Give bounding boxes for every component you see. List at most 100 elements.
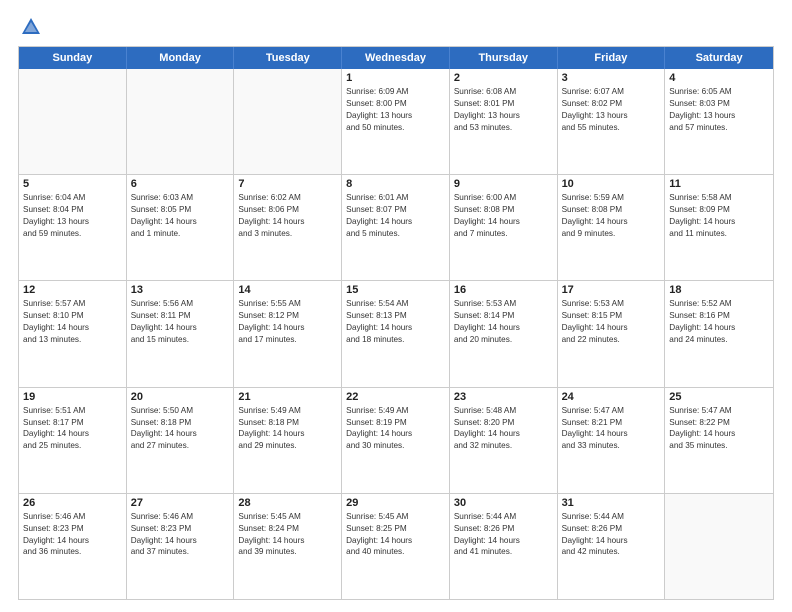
cell-line: Sunrise: 5:58 AM xyxy=(669,192,769,204)
cell-line: Sunrise: 5:47 AM xyxy=(669,405,769,417)
calendar-cell: 10Sunrise: 5:59 AMSunset: 8:08 PMDayligh… xyxy=(558,175,666,280)
cell-line: Daylight: 14 hours xyxy=(131,535,230,547)
calendar: SundayMondayTuesdayWednesdayThursdayFrid… xyxy=(18,46,774,600)
cell-line: Sunrise: 5:50 AM xyxy=(131,405,230,417)
cell-line: and 35 minutes. xyxy=(669,440,769,452)
day-number: 29 xyxy=(346,497,445,509)
cell-line: Daylight: 14 hours xyxy=(454,535,553,547)
calendar-cell: 8Sunrise: 6:01 AMSunset: 8:07 PMDaylight… xyxy=(342,175,450,280)
cell-line: and 50 minutes. xyxy=(346,122,445,134)
calendar-cell: 2Sunrise: 6:08 AMSunset: 8:01 PMDaylight… xyxy=(450,69,558,174)
cell-line: Daylight: 14 hours xyxy=(346,535,445,547)
cell-line: Sunrise: 6:08 AM xyxy=(454,86,553,98)
cell-line: Sunrise: 5:57 AM xyxy=(23,298,122,310)
cell-line: and 41 minutes. xyxy=(454,546,553,558)
cell-line: and 37 minutes. xyxy=(131,546,230,558)
cell-line: and 33 minutes. xyxy=(562,440,661,452)
cell-line: and 59 minutes. xyxy=(23,228,122,240)
day-number: 5 xyxy=(23,178,122,190)
calendar-week-1: 1Sunrise: 6:09 AMSunset: 8:00 PMDaylight… xyxy=(19,69,773,175)
day-number: 21 xyxy=(238,391,337,403)
calendar-cell: 9Sunrise: 6:00 AMSunset: 8:08 PMDaylight… xyxy=(450,175,558,280)
header xyxy=(18,16,774,38)
cell-line: Sunset: 8:02 PM xyxy=(562,98,661,110)
calendar-cell: 4Sunrise: 6:05 AMSunset: 8:03 PMDaylight… xyxy=(665,69,773,174)
calendar-week-4: 19Sunrise: 5:51 AMSunset: 8:17 PMDayligh… xyxy=(19,388,773,494)
calendar-cell: 5Sunrise: 6:04 AMSunset: 8:04 PMDaylight… xyxy=(19,175,127,280)
cell-line: Daylight: 14 hours xyxy=(562,216,661,228)
cell-line: Daylight: 14 hours xyxy=(346,428,445,440)
cell-line: Daylight: 14 hours xyxy=(238,428,337,440)
day-number: 26 xyxy=(23,497,122,509)
cell-line: Sunrise: 5:44 AM xyxy=(562,511,661,523)
calendar-cell: 21Sunrise: 5:49 AMSunset: 8:18 PMDayligh… xyxy=(234,388,342,493)
calendar-cell: 1Sunrise: 6:09 AMSunset: 8:00 PMDaylight… xyxy=(342,69,450,174)
cell-line: Daylight: 14 hours xyxy=(238,535,337,547)
cell-line: Sunrise: 6:00 AM xyxy=(454,192,553,204)
cell-line: Daylight: 13 hours xyxy=(454,110,553,122)
calendar-cell: 19Sunrise: 5:51 AMSunset: 8:17 PMDayligh… xyxy=(19,388,127,493)
cell-line: and 17 minutes. xyxy=(238,334,337,346)
cell-line: Sunset: 8:08 PM xyxy=(562,204,661,216)
day-number: 28 xyxy=(238,497,337,509)
cell-line: and 15 minutes. xyxy=(131,334,230,346)
day-number: 20 xyxy=(131,391,230,403)
cell-line: Sunset: 8:25 PM xyxy=(346,523,445,535)
cell-line: Daylight: 14 hours xyxy=(562,535,661,547)
cell-line: Sunset: 8:16 PM xyxy=(669,310,769,322)
cell-line: Sunrise: 6:07 AM xyxy=(562,86,661,98)
cell-line: and 57 minutes. xyxy=(669,122,769,134)
calendar-cell xyxy=(127,69,235,174)
cell-line: and 13 minutes. xyxy=(23,334,122,346)
day-number: 27 xyxy=(131,497,230,509)
cell-line: Sunrise: 6:04 AM xyxy=(23,192,122,204)
calendar-week-2: 5Sunrise: 6:04 AMSunset: 8:04 PMDaylight… xyxy=(19,175,773,281)
cal-header-sunday: Sunday xyxy=(19,47,127,69)
cell-line: Sunrise: 5:47 AM xyxy=(562,405,661,417)
cell-line: Daylight: 14 hours xyxy=(23,535,122,547)
day-number: 11 xyxy=(669,178,769,190)
calendar-cell: 16Sunrise: 5:53 AMSunset: 8:14 PMDayligh… xyxy=(450,281,558,386)
calendar-cell: 27Sunrise: 5:46 AMSunset: 8:23 PMDayligh… xyxy=(127,494,235,599)
cell-line: Sunrise: 5:52 AM xyxy=(669,298,769,310)
cell-line: Sunset: 8:18 PM xyxy=(238,417,337,429)
calendar-cell: 30Sunrise: 5:44 AMSunset: 8:26 PMDayligh… xyxy=(450,494,558,599)
cell-line: Daylight: 14 hours xyxy=(454,216,553,228)
cell-line: Sunset: 8:24 PM xyxy=(238,523,337,535)
cell-line: Sunset: 8:26 PM xyxy=(454,523,553,535)
day-number: 2 xyxy=(454,72,553,84)
cell-line: Sunset: 8:17 PM xyxy=(23,417,122,429)
cell-line: Sunrise: 5:46 AM xyxy=(131,511,230,523)
cell-line: and 20 minutes. xyxy=(454,334,553,346)
cell-line: Daylight: 14 hours xyxy=(131,322,230,334)
calendar-cell: 23Sunrise: 5:48 AMSunset: 8:20 PMDayligh… xyxy=(450,388,558,493)
cell-line: Daylight: 13 hours xyxy=(562,110,661,122)
calendar-cell: 22Sunrise: 5:49 AMSunset: 8:19 PMDayligh… xyxy=(342,388,450,493)
cell-line: and 53 minutes. xyxy=(454,122,553,134)
cell-line: Sunrise: 5:44 AM xyxy=(454,511,553,523)
cal-header-monday: Monday xyxy=(127,47,235,69)
calendar-body: 1Sunrise: 6:09 AMSunset: 8:00 PMDaylight… xyxy=(19,69,773,599)
cell-line: and 36 minutes. xyxy=(23,546,122,558)
cell-line: Daylight: 14 hours xyxy=(346,322,445,334)
cell-line: Sunset: 8:14 PM xyxy=(454,310,553,322)
cell-line: Daylight: 14 hours xyxy=(131,216,230,228)
cell-line: Daylight: 14 hours xyxy=(669,428,769,440)
calendar-cell: 25Sunrise: 5:47 AMSunset: 8:22 PMDayligh… xyxy=(665,388,773,493)
logo xyxy=(18,16,42,38)
cell-line: and 18 minutes. xyxy=(346,334,445,346)
day-number: 16 xyxy=(454,284,553,296)
cell-line: Daylight: 13 hours xyxy=(346,110,445,122)
calendar-cell: 18Sunrise: 5:52 AMSunset: 8:16 PMDayligh… xyxy=(665,281,773,386)
cell-line: Daylight: 14 hours xyxy=(238,216,337,228)
cell-line: Sunset: 8:08 PM xyxy=(454,204,553,216)
cal-header-tuesday: Tuesday xyxy=(234,47,342,69)
cell-line: Daylight: 14 hours xyxy=(562,428,661,440)
cell-line: Sunrise: 6:03 AM xyxy=(131,192,230,204)
cell-line: Daylight: 14 hours xyxy=(454,428,553,440)
cell-line: Sunset: 8:23 PM xyxy=(23,523,122,535)
cell-line: Sunset: 8:11 PM xyxy=(131,310,230,322)
day-number: 25 xyxy=(669,391,769,403)
cell-line: Sunset: 8:19 PM xyxy=(346,417,445,429)
cell-line: Sunrise: 5:55 AM xyxy=(238,298,337,310)
